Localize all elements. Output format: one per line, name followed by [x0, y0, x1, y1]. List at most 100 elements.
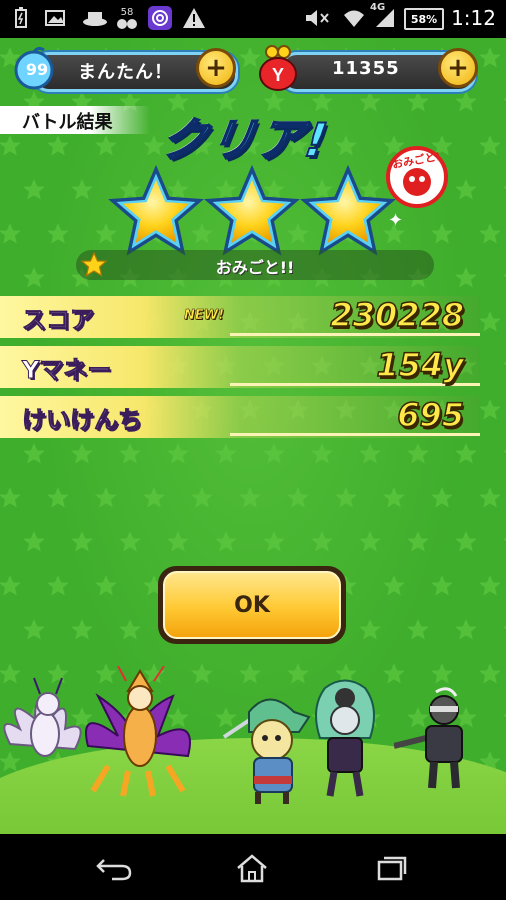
- background-star-icon: [431, 663, 453, 684]
- background-star-icon: [23, 179, 45, 200]
- background-star-icon: [95, 487, 117, 508]
- background-star-icon: [455, 531, 477, 552]
- background-star-icon: [215, 443, 237, 464]
- exp-value: 695: [396, 395, 464, 435]
- background-star-icon: [479, 487, 501, 508]
- battery-icon: 58%: [404, 8, 444, 30]
- background-star-icon: [359, 443, 381, 464]
- background-star-icon: [479, 663, 501, 684]
- background-star-icon: [71, 531, 93, 552]
- background-star-icon: [167, 531, 189, 552]
- background-star-icon: [119, 443, 141, 464]
- clear-title: クリア!: [157, 112, 334, 168]
- background-star-icon: [479, 575, 501, 596]
- background-star-icon: [263, 443, 285, 464]
- background-star-icon: [47, 575, 69, 596]
- background-star-icon: [119, 619, 141, 640]
- background-star-icon: [47, 223, 69, 244]
- recent-apps-button[interactable]: [368, 848, 416, 888]
- omigoto-seal-icon: おみごと!: [386, 146, 448, 208]
- screen: 58 4G 58% 1:12 99 まんたん！ + Y 11355 + バトル結…: [0, 0, 506, 900]
- background-star-icon: [383, 487, 405, 508]
- status-bar: 58 4G 58% 1:12: [0, 0, 506, 38]
- exp-label: けいけんち: [22, 406, 143, 435]
- background-star-icon: [71, 619, 93, 640]
- score-row: スコア NEW! 230228: [0, 295, 480, 338]
- money-amount: 11355: [332, 58, 400, 79]
- background-star-icon: [335, 135, 357, 156]
- notification-percent-text: 58: [120, 6, 134, 18]
- background-star-icon: [359, 619, 381, 640]
- background-star-icon: [0, 135, 21, 156]
- add-stamina-button[interactable]: +: [196, 48, 236, 88]
- background-star-icon: [311, 443, 333, 464]
- dark-armored-yokai: [394, 687, 463, 789]
- home-button[interactable]: [228, 848, 276, 888]
- background-star-icon: [455, 179, 477, 200]
- home-icon: [237, 854, 267, 883]
- background-star-icon: [455, 267, 477, 288]
- background-star-icon: [407, 443, 429, 464]
- svg-text:Y: Y: [272, 65, 284, 85]
- background-star-icon: [479, 399, 501, 420]
- background-star-icon: [407, 619, 429, 640]
- battle-result-screen: 99 まんたん！ + Y 11355 + バトル結果 クリア! おみごと! ✦ …: [0, 38, 506, 834]
- background-star-icon: [167, 443, 189, 464]
- warning-icon: [182, 6, 206, 30]
- signal-icon: 4G: [370, 2, 400, 30]
- background-star-icon: [431, 487, 453, 508]
- stamina-label: まんたん！: [78, 62, 173, 83]
- background-star-icon: [71, 443, 93, 464]
- background-star-icon: [263, 531, 285, 552]
- score-value: 230228: [330, 295, 465, 335]
- background-star-icon: [431, 575, 453, 596]
- rating-stars: [110, 167, 394, 254]
- background-star-icon: [287, 487, 309, 508]
- background-star-icon: [23, 443, 45, 464]
- background-star-icon: [335, 487, 357, 508]
- add-money-button[interactable]: +: [438, 48, 478, 88]
- background-star-icon: [47, 487, 69, 508]
- background-star-icon: [479, 223, 501, 244]
- background-star-icon: [383, 575, 405, 596]
- background-star-icon: [455, 619, 477, 640]
- ymoney-row: Yマネー 154y: [0, 345, 480, 388]
- background-star-icon: [455, 91, 477, 112]
- battery-level-text: 58%: [410, 12, 438, 26]
- ok-button[interactable]: OK: [158, 566, 346, 644]
- player-level: 99: [25, 60, 49, 79]
- background-star-icon: [23, 619, 45, 640]
- new-record-badge: NEW!: [184, 308, 225, 324]
- background-star-icon: [143, 487, 165, 508]
- mute-icon: [304, 6, 330, 30]
- exp-row: けいけんち 695: [0, 395, 480, 438]
- clock-text: 1:12: [451, 6, 496, 30]
- background-star-icon: [215, 531, 237, 552]
- background-star-icon: [479, 311, 501, 332]
- top-hud: 99 まんたん！ + Y 11355 +: [10, 44, 494, 94]
- image-icon: [44, 6, 68, 30]
- notification-percent-icon: 58: [114, 6, 140, 30]
- background-star-icon: [431, 223, 453, 244]
- battle-result-label: バトル結果: [22, 112, 113, 133]
- network-type-text: 4G: [370, 2, 386, 13]
- background-star-icon: [407, 531, 429, 552]
- wifi-icon: [342, 6, 366, 30]
- back-button[interactable]: [90, 848, 138, 888]
- background-star-icon: [119, 531, 141, 552]
- hat-icon: [82, 6, 108, 30]
- background-star-icon: [47, 135, 69, 156]
- ok-button-label: OK: [234, 592, 270, 618]
- score-label: スコア: [22, 306, 95, 335]
- recent-apps-icon: [377, 856, 407, 881]
- y-money-purse-icon: Y: [259, 45, 297, 91]
- green-haired-yokai: [315, 679, 375, 797]
- background-star-icon: [479, 135, 501, 156]
- background-star-icon: [95, 575, 117, 596]
- background-star-icon: [407, 91, 429, 112]
- battery-saver-icon: [14, 6, 28, 30]
- app-swirl-icon: [148, 6, 172, 30]
- evaluation-bar: おみごと!!: [76, 250, 434, 280]
- background-star-icon: [23, 267, 45, 288]
- navigation-bar: [0, 834, 506, 900]
